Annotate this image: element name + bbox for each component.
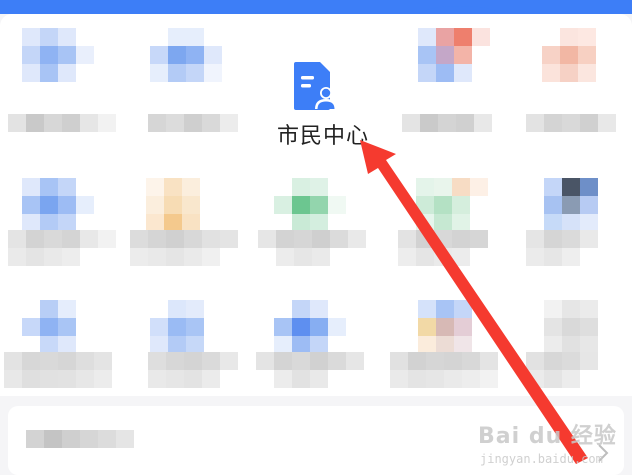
red-annotation-arrow (360, 140, 588, 464)
watermark-brand: Bai du 经验 (478, 424, 617, 449)
watermark-url: jingyan.baidu.com (480, 452, 603, 466)
baidu-jingyan-watermark: Bai du 经验 jingyan.baidu.com (478, 418, 628, 470)
